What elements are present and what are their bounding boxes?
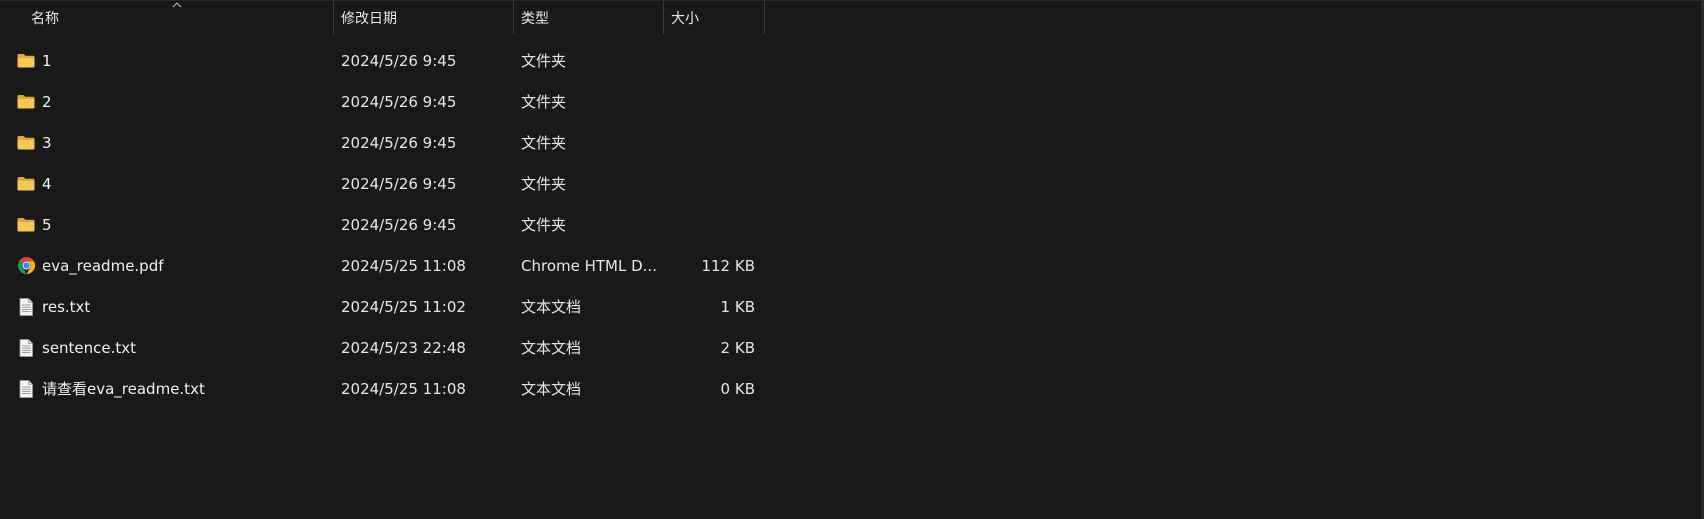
file-modified: 2024/5/25 11:08 bbox=[341, 379, 466, 398]
file-name: 4 bbox=[42, 174, 52, 193]
file-type: 文件夹 bbox=[521, 134, 567, 152]
file-type: 文件夹 bbox=[521, 216, 567, 234]
file-type: 文件夹 bbox=[521, 93, 567, 111]
column-header-type[interactable]: 类型 bbox=[514, 1, 664, 34]
file-row[interactable]: res.txt 2024/5/25 11:02 文本文档 1 KB bbox=[0, 286, 765, 327]
text-file-icon bbox=[16, 338, 36, 358]
file-name: sentence.txt bbox=[42, 338, 137, 357]
file-modified: 2024/5/25 11:02 bbox=[341, 297, 466, 316]
file-modified: 2024/5/25 11:08 bbox=[341, 256, 466, 275]
file-modified: 2024/5/23 22:48 bbox=[341, 338, 466, 357]
file-row[interactable]: 2 2024/5/26 9:45 文件夹 bbox=[0, 81, 765, 122]
file-modified: 2024/5/26 9:45 bbox=[341, 215, 457, 234]
file-rows: 1 2024/5/26 9:45 文件夹 2 2024/5/26 9:45 文件… bbox=[0, 40, 765, 409]
file-size: 1 KB bbox=[720, 297, 755, 316]
file-name: 请查看eva_readme.txt bbox=[42, 380, 205, 398]
file-name-cell: 5 bbox=[16, 204, 332, 245]
file-type: 文件夹 bbox=[521, 52, 567, 70]
column-header-modified-label: 修改日期 bbox=[341, 10, 397, 27]
column-header-bar: 名称 修改日期 类型 大小 bbox=[0, 1, 765, 34]
file-name-cell: 4 bbox=[16, 163, 332, 204]
file-row[interactable]: 5 2024/5/26 9:45 文件夹 bbox=[0, 204, 765, 245]
column-header-modified[interactable]: 修改日期 bbox=[334, 1, 514, 34]
file-size bbox=[664, 81, 755, 122]
text-file-icon bbox=[16, 379, 36, 399]
file-type: 文本文档 bbox=[521, 339, 582, 357]
file-size: 2 KB bbox=[720, 338, 755, 357]
file-name: 2 bbox=[42, 92, 52, 111]
file-name-cell: 请查看eva_readme.txt bbox=[16, 368, 332, 409]
file-size bbox=[664, 204, 755, 245]
file-row[interactable]: 4 2024/5/26 9:45 文件夹 bbox=[0, 163, 765, 204]
folder-icon bbox=[16, 215, 36, 235]
file-name-cell: 2 bbox=[16, 81, 332, 122]
column-header-name[interactable]: 名称 bbox=[0, 1, 334, 34]
column-header-type-label: 类型 bbox=[521, 10, 549, 27]
folder-icon bbox=[16, 174, 36, 194]
folder-icon bbox=[16, 92, 36, 112]
file-name: 3 bbox=[42, 133, 52, 152]
file-name: 1 bbox=[42, 51, 52, 70]
file-size bbox=[664, 40, 755, 81]
folder-icon bbox=[16, 133, 36, 153]
file-modified: 2024/5/26 9:45 bbox=[341, 174, 457, 193]
chrome-icon bbox=[16, 256, 36, 276]
column-header-size[interactable]: 大小 bbox=[664, 1, 765, 34]
column-header-size-label: 大小 bbox=[671, 10, 699, 27]
file-row[interactable]: 1 2024/5/26 9:45 文件夹 bbox=[0, 40, 765, 81]
file-name-cell: 3 bbox=[16, 122, 332, 163]
file-type: 文本文档 bbox=[521, 380, 582, 398]
column-divider[interactable] bbox=[764, 1, 765, 34]
file-name: 5 bbox=[42, 215, 52, 234]
file-row[interactable]: 3 2024/5/26 9:45 文件夹 bbox=[0, 122, 765, 163]
file-size bbox=[664, 163, 755, 204]
file-modified: 2024/5/26 9:45 bbox=[341, 133, 457, 152]
file-type: 文件夹 bbox=[521, 175, 567, 193]
file-name: eva_readme.pdf bbox=[42, 256, 164, 275]
file-row[interactable]: 请查看eva_readme.txt 2024/5/25 11:08 文本文档 0… bbox=[0, 368, 765, 409]
file-name-cell: 1 bbox=[16, 40, 332, 81]
file-name-cell: eva_readme.pdf bbox=[16, 245, 332, 286]
file-list-view: 名称 修改日期 类型 大小 1 2024/5/26 9:45 文件夹 2 202… bbox=[0, 0, 1704, 519]
folder-icon bbox=[16, 51, 36, 71]
file-size: 0 KB bbox=[720, 379, 755, 398]
file-size bbox=[664, 122, 755, 163]
file-name-cell: res.txt bbox=[16, 286, 332, 327]
file-modified: 2024/5/26 9:45 bbox=[341, 51, 457, 70]
text-file-icon bbox=[16, 297, 36, 317]
file-modified: 2024/5/26 9:45 bbox=[341, 92, 457, 111]
column-header-name-label: 名称 bbox=[31, 10, 59, 27]
file-row[interactable]: eva_readme.pdf 2024/5/25 11:08 Chrome HT… bbox=[0, 245, 765, 286]
file-row[interactable]: sentence.txt 2024/5/23 22:48 文本文档 2 KB bbox=[0, 327, 765, 368]
file-type: Chrome HTML D... bbox=[521, 256, 657, 275]
file-size: 112 KB bbox=[701, 256, 755, 275]
file-name: res.txt bbox=[42, 297, 91, 316]
file-name-cell: sentence.txt bbox=[16, 327, 332, 368]
file-type: 文本文档 bbox=[521, 298, 582, 316]
